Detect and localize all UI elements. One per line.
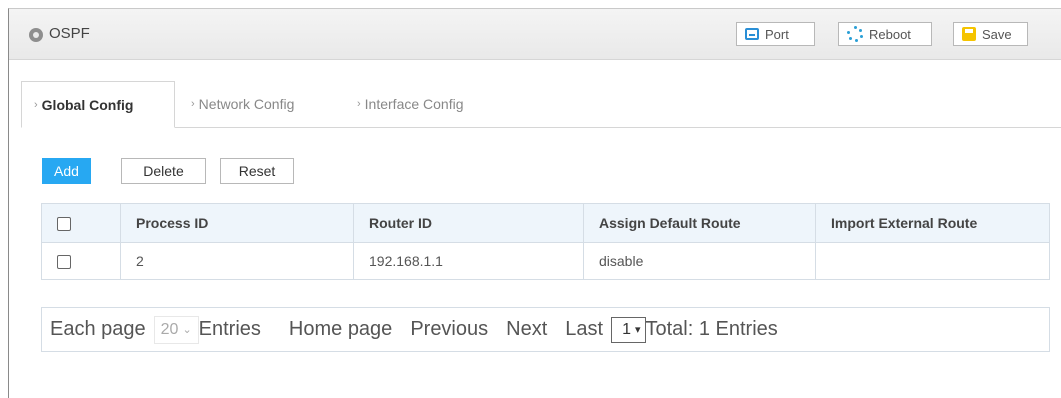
tab-label: Global Config <box>41 96 134 113</box>
page-select[interactable]: 1 ▾ <box>611 316 646 343</box>
ospf-panel: OSPF Port Reboot Save › Global Config › … <box>8 8 1061 398</box>
select-all-checkbox[interactable] <box>57 217 71 232</box>
process-id-cell: 2 <box>120 242 354 280</box>
table-header-row: Process ID Router ID Assign Default Rout… <box>41 203 1050 243</box>
per-page-select[interactable]: 20 ⌄ <box>153 315 199 344</box>
page-select-value: 1 <box>622 320 631 338</box>
page-title: OSPF <box>49 25 90 42</box>
chevron-right-icon: › <box>191 98 195 110</box>
select-all-cell <box>41 203 121 243</box>
each-page-label: Each page <box>50 318 146 340</box>
table-row[interactable]: 2 192.168.1.1 disable <box>41 242 1050 280</box>
ospf-process-table: Process ID Router ID Assign Default Rout… <box>41 203 1050 280</box>
config-tabs: › Global Config › Network Config › Inter… <box>21 81 1061 128</box>
port-icon <box>745 28 759 40</box>
pagination-bar: Each page 20 ⌄ Entries Home page Previou… <box>41 307 1050 352</box>
next-page-link[interactable]: Next <box>506 318 547 341</box>
previous-page-link[interactable]: Previous <box>410 318 488 341</box>
reboot-button[interactable]: Reboot <box>838 22 932 46</box>
total-entries-label: Total: 1 Entries <box>645 318 778 340</box>
row-select-cell <box>41 242 121 280</box>
home-page-link[interactable]: Home page <box>289 318 392 341</box>
tab-global-config[interactable]: › Global Config <box>21 81 175 128</box>
save-icon <box>962 27 976 41</box>
tab-network-config[interactable]: › Network Config <box>191 81 294 127</box>
column-header-assign-default-route: Assign Default Route <box>583 203 816 243</box>
last-page-link[interactable]: Last <box>565 318 603 341</box>
reset-button[interactable]: Reset <box>220 158 294 184</box>
tab-interface-config[interactable]: › Interface Config <box>357 81 464 127</box>
column-header-import-external-route: Import External Route <box>815 203 1050 243</box>
entries-label: Entries <box>198 318 261 340</box>
add-button[interactable]: Add <box>42 158 91 184</box>
reboot-icon <box>847 26 863 42</box>
port-button-label: Port <box>765 26 789 42</box>
reboot-button-label: Reboot <box>869 26 911 42</box>
column-header-router-id: Router ID <box>353 203 584 243</box>
chevron-right-icon: › <box>34 98 38 111</box>
column-header-process-id: Process ID <box>120 203 354 243</box>
chevron-right-icon: › <box>357 98 361 110</box>
tab-label: Interface Config <box>364 96 464 112</box>
panel-header: OSPF Port Reboot Save <box>9 9 1061 60</box>
chevron-down-icon: ⌄ <box>182 324 192 336</box>
delete-button[interactable]: Delete <box>121 158 206 184</box>
chevron-down-icon: ▾ <box>634 324 641 336</box>
import-external-route-cell <box>815 242 1050 280</box>
save-button[interactable]: Save <box>953 22 1028 46</box>
router-id-cell: 192.168.1.1 <box>353 242 584 280</box>
tab-label: Network Config <box>198 96 295 112</box>
assign-default-route-cell: disable <box>583 242 816 280</box>
per-page-value: 20 <box>160 320 179 338</box>
save-button-label: Save <box>982 26 1012 42</box>
port-button[interactable]: Port <box>736 22 815 46</box>
ospf-status-icon <box>29 28 43 42</box>
row-checkbox[interactable] <box>57 255 71 270</box>
